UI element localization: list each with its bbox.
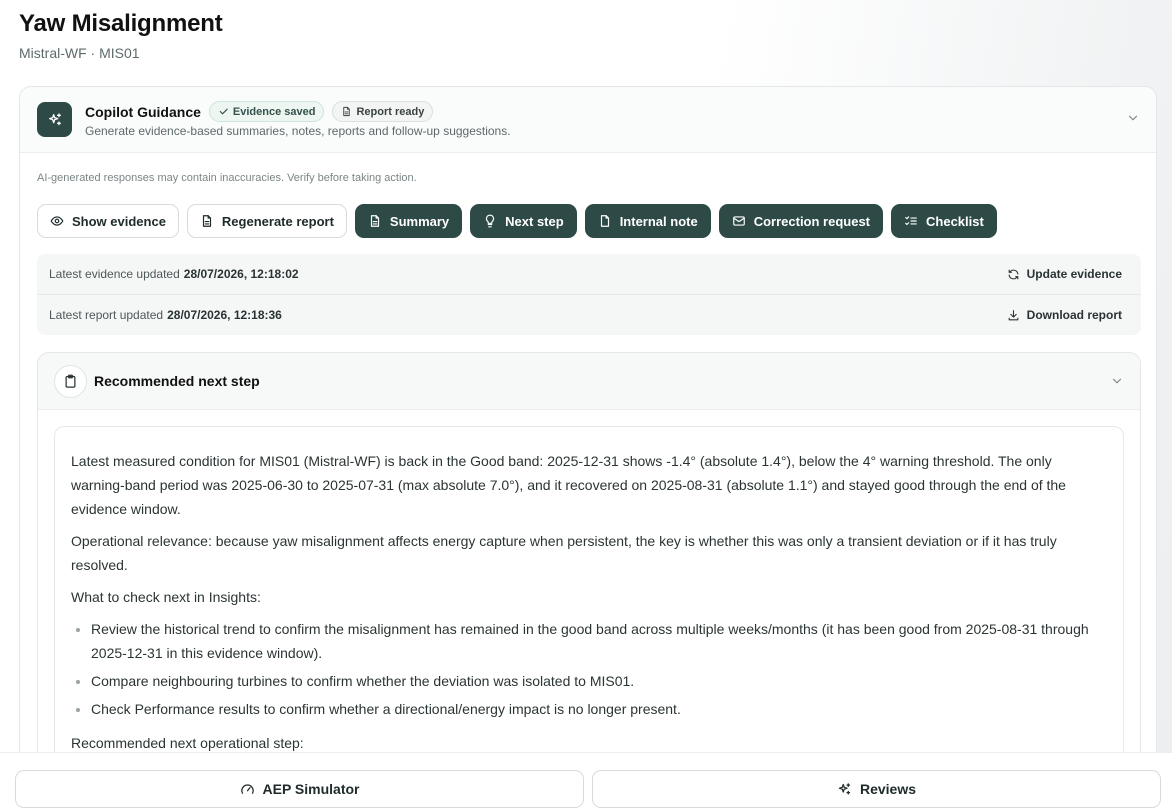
reviews-button[interactable]: Reviews [592,770,1161,808]
evidence-saved-badge: Evidence saved [208,101,325,122]
list-item: Compare neighbouring turbines to confirm… [91,669,1107,693]
page-subtitle: Mistral-WF · MIS01 [19,45,140,61]
copilot-title: Copilot Guidance [85,103,201,120]
aep-simulator-label: AEP Simulator [262,781,360,797]
internal-note-button[interactable]: Internal note [584,204,711,238]
action-button-row: Show evidence Regenerate report Summary … [37,204,997,238]
report-ready-label: Report ready [356,105,425,118]
update-evidence-label: Update evidence [1026,267,1122,281]
evidence-updated-row: Latest evidence updated 28/07/2026, 12:1… [37,254,1141,294]
gauge-icon [240,783,254,794]
summary-label: Summary [389,213,450,229]
next-step-label: Next step [505,213,564,229]
eye-icon [50,216,64,226]
mail-icon [732,216,745,226]
ai-disclaimer: AI-generated responses may contain inacc… [37,172,417,184]
lightbulb-icon [486,214,495,228]
refresh-icon [1008,269,1018,279]
update-info-box: Latest evidence updated 28/07/2026, 12:1… [37,254,1141,335]
paragraph: Latest measured condition for MIS01 (Mis… [71,453,1066,517]
copilot-guidance-header[interactable]: Copilot Guidance Evidence saved Report r… [20,87,1156,153]
copilot-guidance-card: Copilot Guidance Evidence saved Report r… [19,86,1157,786]
paragraph: Operational relevance: because yaw misal… [71,533,1057,573]
show-evidence-button[interactable]: Show evidence [37,204,179,238]
page-header: Yaw Misalignment Mistral-WF · MIS01 [19,10,223,61]
download-report-button[interactable]: Download report [1007,295,1122,335]
recommended-next-step-panel: Recommended next step Latest measured co… [37,352,1141,785]
check-list: Review the historical trend to confirm t… [91,617,1107,721]
report-updated-time: 28/07/2026, 12:18:36 [167,307,282,322]
next-step-button[interactable]: Next step [470,204,577,238]
regenerate-report-label: Regenerate report [221,213,334,229]
recommended-next-step-title: Recommended next step [94,373,260,389]
list-item: Check Performance results to confirm whe… [91,697,1107,721]
file-icon [600,215,609,227]
aep-simulator-button[interactable]: AEP Simulator [15,770,584,808]
regenerate-report-button[interactable]: Regenerate report [186,204,347,238]
page-title: Yaw Misalignment [19,10,223,37]
checklist-button[interactable]: Checklist [891,204,997,238]
document-icon [370,215,379,227]
chevron-down-icon[interactable] [1110,374,1124,388]
sparkles-icon [838,782,851,794]
evidence-saved-label: Evidence saved [232,105,316,118]
report-ready-badge: Report ready [332,101,434,122]
next-step-content: Latest measured condition for MIS01 (Mis… [54,426,1124,785]
bottom-action-bar: AEP Simulator Reviews [0,752,1172,811]
reviews-label: Reviews [859,781,917,797]
list-checks-icon [905,216,917,226]
correction-request-button[interactable]: Correction request [718,204,884,238]
checklist-label: Checklist [926,213,984,229]
show-evidence-label: Show evidence [72,213,166,229]
chevron-down-icon[interactable] [1126,111,1140,125]
summary-button[interactable]: Summary [354,204,463,238]
check-icon [219,108,228,115]
correction-request-label: Correction request [753,213,871,229]
paragraph: What to check next in Insights: [71,589,261,605]
report-updated-label: Latest report updated [49,307,164,322]
sparkles-icon [37,102,72,137]
list-item: Review the historical trend to confirm t… [91,617,1107,665]
document-icon [343,106,351,117]
document-icon [202,215,212,227]
recommended-next-step-header[interactable]: Recommended next step [38,353,1140,410]
download-icon [1008,309,1019,320]
download-report-label: Download report [1026,308,1122,322]
copilot-description: Generate evidence-based summaries, notes… [85,124,511,138]
evidence-updated-time: 28/07/2026, 12:18:02 [183,267,299,281]
update-evidence-button[interactable]: Update evidence [1007,254,1122,294]
internal-note-label: Internal note [619,213,698,229]
clipboard-icon [54,365,87,398]
evidence-updated-label: Latest evidence updated [49,267,180,281]
report-updated-row: Latest report updated 28/07/2026, 12:18:… [37,294,1141,334]
